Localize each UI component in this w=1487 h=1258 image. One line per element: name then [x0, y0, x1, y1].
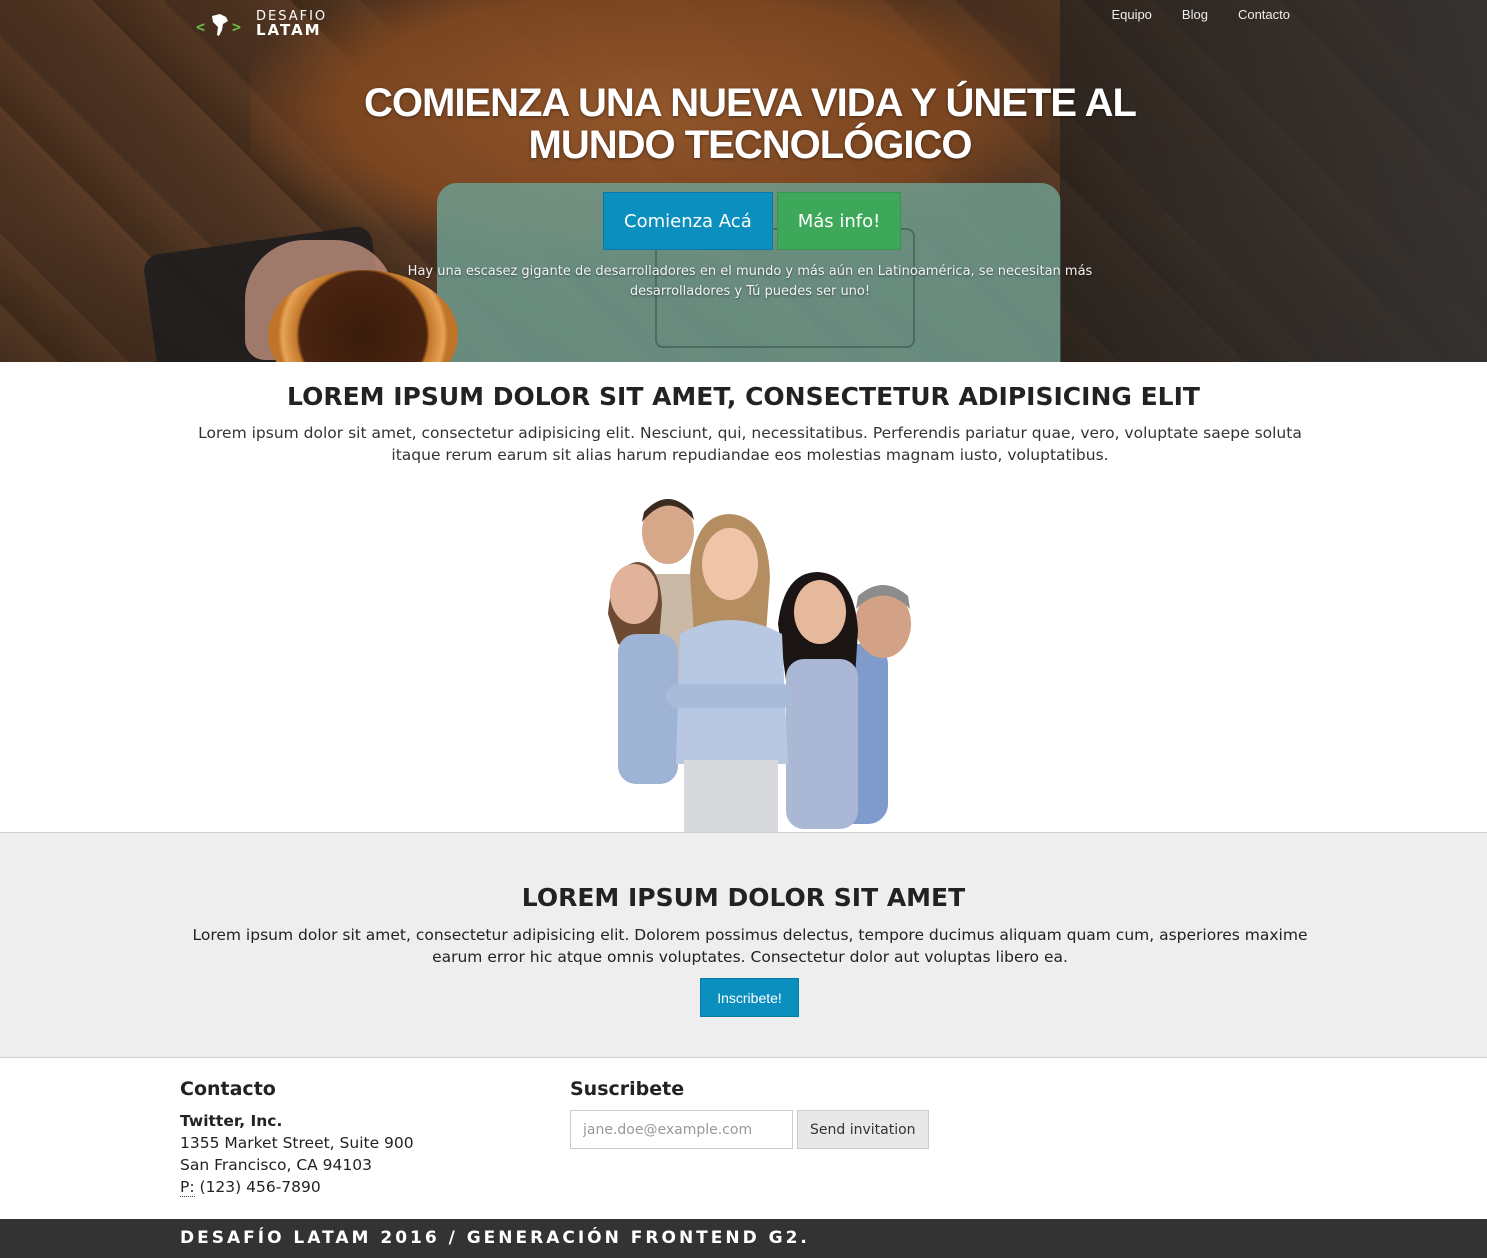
svg-text:<: < [196, 18, 205, 36]
hero-background-shade [1060, 0, 1487, 362]
contact-street: 1355 Market Street, Suite 900 [180, 1134, 414, 1152]
mas-info-button[interactable]: Más info! [776, 192, 902, 250]
logo-wordmark: DESAFIO LATAM [256, 10, 327, 38]
latam-map-icon: < > [196, 8, 254, 40]
team-group-photo [598, 494, 928, 832]
intro-text: Lorem ipsum dolor sit amet, consectetur … [198, 424, 1302, 464]
nav-link-blog[interactable]: Blog [1182, 7, 1208, 22]
cta-section: LOREM IPSUM DOLOR SIT AMET Lorem ipsum d… [0, 832, 1487, 1058]
contact-phone-line: P: (123) 456-7890 [180, 1176, 540, 1198]
contact-company: Twitter, Inc. [180, 1112, 283, 1130]
intro-section: LOREM IPSUM DOLOR SIT AMET, CONSECTETUR … [0, 362, 1487, 832]
contact-city: San Francisco, CA 94103 [180, 1156, 372, 1174]
intro-title: LOREM IPSUM DOLOR SIT AMET, CONSECTETUR … [287, 382, 1200, 411]
footer-text: DESAFÍO LATAM 2016 / GENERACIÓN FRONTEND… [180, 1228, 810, 1248]
subscribe-title: Suscribete [570, 1078, 685, 1100]
brand-logo[interactable]: < > DESAFIO LATAM [196, 8, 327, 40]
phone-label: P: [180, 1178, 195, 1197]
nav-link-equipo[interactable]: Equipo [1111, 7, 1151, 22]
hero-banner: < > DESAFIO LATAM Equipo Blog Contacto C… [0, 0, 1487, 362]
subscribe-form: Send invitation [570, 1110, 970, 1149]
navbar: < > DESAFIO LATAM Equipo Blog Contacto [0, 0, 1487, 38]
logo-text-bottom: LATAM [256, 21, 322, 39]
nav-link-contacto[interactable]: Contacto [1238, 7, 1290, 22]
send-invitation-button[interactable]: Send invitation [797, 1110, 929, 1149]
main-nav: Equipo Blog Contacto [1111, 7, 1290, 22]
svg-text:>: > [232, 18, 241, 36]
contact-phone: (123) 456-7890 [199, 1178, 321, 1196]
footer-bar: DESAFÍO LATAM 2016 / GENERACIÓN FRONTEND… [0, 1219, 1487, 1258]
email-field[interactable] [570, 1110, 793, 1149]
comienza-aca-button[interactable]: Comienza Acá [603, 192, 773, 250]
hero-tagline: Hay una escasez gigante de desarrollador… [407, 264, 1093, 299]
hero-title: COMIENZA UNA NUEVA VIDA Y ÚNETE AL MUNDO… [364, 81, 1137, 167]
subscribe-block: Suscribete Send invitation [570, 1078, 970, 1149]
contact-title: Contacto [180, 1078, 276, 1100]
cta-title: LOREM IPSUM DOLOR SIT AMET [521, 883, 966, 912]
contact-block: Contacto Twitter, Inc. 1355 Market Stree… [180, 1078, 540, 1198]
cta-text: Lorem ipsum dolor sit amet, consectetur … [192, 926, 1308, 966]
inscribete-button[interactable]: Inscribete! [700, 978, 799, 1017]
hero-buttons: Comienza Acá Más info! [603, 192, 902, 250]
